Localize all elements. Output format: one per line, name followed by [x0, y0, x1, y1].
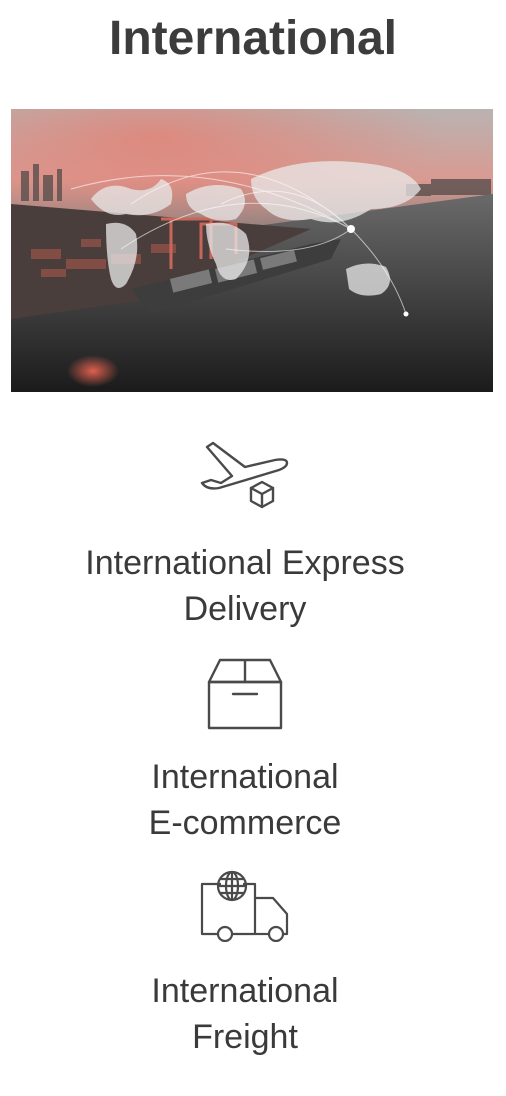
- port-world-map-illustration: [11, 109, 493, 392]
- service-international-e-commerce[interactable]: International E-commerce: [0, 656, 490, 846]
- service-international-express-delivery[interactable]: International Express Delivery: [0, 440, 490, 632]
- service-label: International Express Delivery: [85, 544, 405, 628]
- page-title: International: [108, 12, 398, 65]
- service-international-freight[interactable]: International Freight: [0, 870, 490, 1060]
- airplane-package-icon: [200, 441, 289, 509]
- globe-truck-icon: [200, 870, 289, 942]
- service-label: International Freight: [151, 972, 339, 1056]
- service-label: International E-commerce: [148, 758, 342, 842]
- hero-image: [11, 109, 493, 392]
- box-icon: [207, 658, 283, 730]
